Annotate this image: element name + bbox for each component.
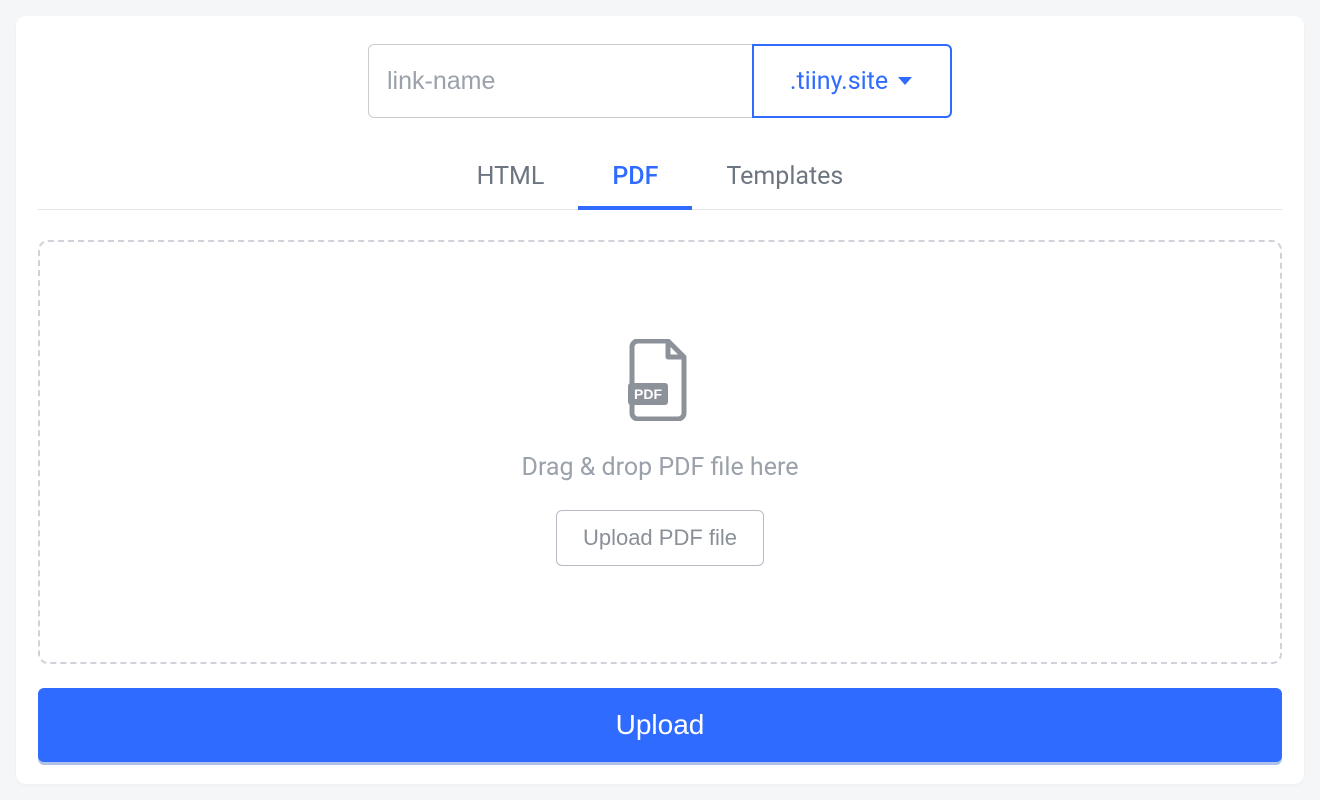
svg-text:PDF: PDF bbox=[634, 386, 662, 402]
url-row: .tiiny.site bbox=[38, 44, 1282, 118]
upload-file-button[interactable]: Upload PDF file bbox=[556, 510, 764, 566]
chevron-down-icon bbox=[898, 77, 912, 85]
file-dropzone[interactable]: PDF Drag & drop PDF file here Upload PDF… bbox=[38, 240, 1282, 664]
upload-card: .tiiny.site HTML PDF Templates PDF Drag … bbox=[16, 16, 1304, 784]
tabs: HTML PDF Templates bbox=[38, 146, 1282, 210]
tab-templates[interactable]: Templates bbox=[692, 146, 877, 209]
pdf-file-icon: PDF bbox=[624, 339, 696, 425]
domain-dropdown[interactable]: .tiiny.site bbox=[752, 44, 952, 118]
url-input-group: .tiiny.site bbox=[368, 44, 952, 118]
tab-pdf[interactable]: PDF bbox=[578, 146, 692, 209]
tab-html[interactable]: HTML bbox=[443, 146, 579, 209]
dropzone-instruction: Drag & drop PDF file here bbox=[522, 453, 799, 482]
link-name-input[interactable] bbox=[368, 44, 752, 118]
submit-upload-button[interactable]: Upload bbox=[38, 688, 1282, 762]
domain-label: .tiiny.site bbox=[790, 67, 888, 96]
